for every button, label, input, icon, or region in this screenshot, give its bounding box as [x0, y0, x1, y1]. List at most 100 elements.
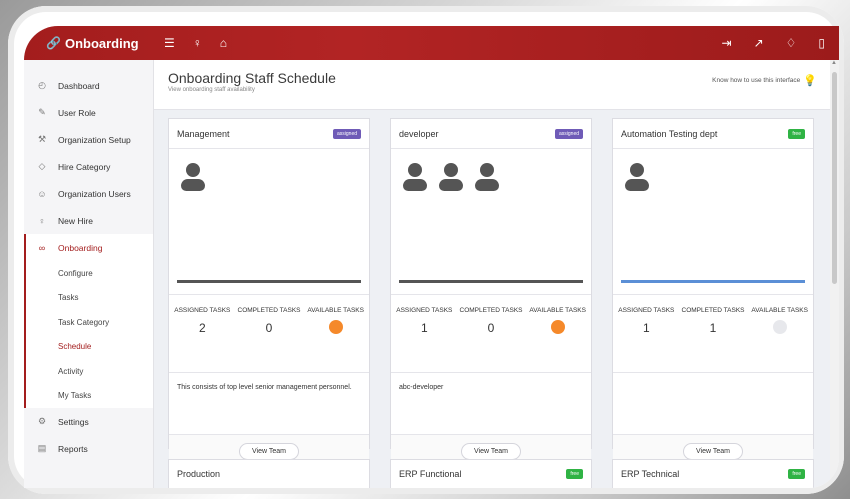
stat-value: 0: [487, 321, 495, 335]
dashboard-icon: ◴: [38, 80, 46, 90]
sidebar-item-label: Hire Category: [58, 161, 111, 172]
sidebar-item-user-role[interactable]: ✎ User Role: [24, 99, 153, 126]
edit-icon: ✎: [38, 107, 46, 117]
help-link[interactable]: Know how to use this interface 💡: [712, 74, 817, 87]
team-card-production: Production: [168, 459, 370, 488]
sidebar-item-label: Organization Users: [58, 188, 131, 199]
stat-label: COMPLETED TASKS: [459, 307, 523, 314]
stat-label: ASSIGNED TASKS: [618, 307, 675, 314]
team-card-automation-testing: Automation Testing dept free ASSIGNED TA…: [612, 118, 814, 467]
availability-dot: [772, 320, 787, 334]
view-team-button[interactable]: View Team: [461, 442, 521, 460]
progress-area: [613, 252, 813, 294]
user-icon[interactable]: ♀: [193, 36, 202, 50]
mobile-icon[interactable]: ▯: [818, 36, 825, 50]
users-icon: ☺: [37, 188, 47, 199]
sidebar: ◴ Dashboard ✎ User Role ⚒ Organization S…: [24, 60, 154, 488]
person-icon: [401, 163, 429, 193]
sidebar-item-label: Dashboard: [58, 80, 100, 91]
card-title: ERP Functional: [399, 469, 462, 479]
person-icon: [473, 163, 501, 193]
menu-icon[interactable]: ☰: [164, 36, 175, 50]
sidebar-item-organization-users[interactable]: ☺ Organization Users: [24, 180, 153, 207]
stat-label: AVAILABLE TASKS: [751, 307, 808, 314]
tag-icon: ◇: [38, 161, 46, 171]
person-icon: [179, 163, 207, 193]
progress-bar: [621, 280, 805, 283]
status-badge: assigned: [554, 128, 583, 139]
available-stat: AVAILABLE TASKS: [302, 305, 369, 372]
status-badge: free: [566, 469, 583, 479]
stat-value: 1: [642, 321, 650, 335]
sidebar-item-dashboard[interactable]: ◴ Dashboard: [24, 72, 153, 99]
submenu-item-task-category[interactable]: Task Category: [26, 310, 153, 335]
lightbulb-icon: 💡: [803, 75, 817, 87]
sidebar-item-settings[interactable]: ⚙ Settings: [24, 408, 153, 435]
card-description: abc-developer: [391, 372, 591, 434]
assigned-stat: ASSIGNED TASKS 2: [169, 305, 236, 372]
sidebar-item-label: User Role: [58, 107, 96, 118]
card-header: Management assigned: [169, 119, 369, 149]
view-team-button[interactable]: View Team: [239, 442, 299, 460]
stat-value: 1: [420, 321, 428, 335]
card-title: developer: [399, 128, 439, 139]
card-description: This consists of top level senior manage…: [169, 372, 369, 434]
task-stats: ASSIGNED TASKS 1 COMPLETED TASKS 1 AVAIL…: [613, 294, 813, 372]
scroll-thumb[interactable]: [832, 72, 837, 284]
progress-area: [169, 252, 369, 294]
page-header: Onboarding Staff Schedule View onboardin…: [154, 60, 839, 110]
card-header: developer assigned: [391, 119, 591, 149]
onboarding-logo-icon: 🔗: [46, 36, 61, 50]
sidebar-item-new-hire[interactable]: ♀ New Hire: [24, 207, 153, 234]
expand-icon[interactable]: ↗: [754, 36, 764, 50]
team-members: [169, 149, 369, 252]
sidebar-item-hire-category[interactable]: ◇ Hire Category: [24, 153, 153, 180]
logout-icon[interactable]: ⇥: [722, 36, 732, 50]
completed-stat: COMPLETED TASKS 0: [236, 305, 303, 372]
app-window: 🔗 Onboarding ☰ ♀ ⌂ ⇥ ↗ ♢ ▯ ◴ Dashboard ✎…: [24, 26, 839, 488]
person-icon: [623, 163, 651, 193]
task-stats: ASSIGNED TASKS 1 COMPLETED TASKS 0 AVAIL…: [391, 294, 591, 372]
stat-label: AVAILABLE TASKS: [307, 307, 364, 314]
lock-icon[interactable]: ⌂: [220, 36, 227, 50]
main-content: Onboarding Staff Schedule View onboardin…: [154, 60, 839, 488]
submenu-item-my-tasks[interactable]: My Tasks: [26, 384, 153, 409]
sidebar-item-organization-setup[interactable]: ⚒ Organization Setup: [24, 126, 153, 153]
team-card-management: Management assigned ASSIGNED TASKS 2 COM…: [168, 118, 370, 467]
team-card-developer: developer assigned ASSIGNED TASKS 1 COMP…: [390, 118, 592, 467]
card-title: Production: [177, 469, 221, 479]
submenu-item-schedule[interactable]: Schedule: [26, 335, 153, 360]
sidebar-item-onboarding[interactable]: ∞ Onboarding: [26, 234, 153, 261]
progress-area: [391, 252, 591, 294]
sidebar-item-reports[interactable]: ▤ Reports: [24, 435, 153, 462]
brand[interactable]: 🔗 Onboarding: [24, 26, 154, 60]
submenu-item-tasks[interactable]: Tasks: [26, 286, 153, 311]
stat-label: ASSIGNED TASKS: [174, 307, 231, 314]
report-icon: ▤: [37, 443, 47, 453]
stat-label: COMPLETED TASKS: [237, 307, 301, 314]
sidebar-item-label: Onboarding: [58, 242, 103, 253]
view-team-button[interactable]: View Team: [683, 442, 743, 460]
task-stats: ASSIGNED TASKS 2 COMPLETED TASKS 0 AVAIL…: [169, 294, 369, 372]
stat-label: COMPLETED TASKS: [681, 307, 745, 314]
stat-value: 0: [265, 321, 273, 335]
available-stat: AVAILABLE TASKS: [524, 305, 591, 372]
page-scrollbar[interactable]: ▲: [830, 60, 839, 488]
sidebar-item-label: Organization Setup: [58, 134, 131, 145]
onboarding-submenu: ∞ Onboarding Configure Tasks Task Catego…: [24, 234, 153, 408]
sidebar-item-label: Settings: [58, 416, 89, 427]
card-header: Automation Testing dept free: [613, 119, 813, 149]
completed-stat: COMPLETED TASKS 0: [458, 305, 525, 372]
bell-icon[interactable]: ♢: [786, 36, 797, 50]
sidebar-item-label: Reports: [58, 443, 88, 454]
availability-dot: [328, 320, 343, 334]
team-members: [613, 149, 813, 252]
submenu-item-configure[interactable]: Configure: [26, 261, 153, 286]
assigned-stat: ASSIGNED TASKS 1: [391, 305, 458, 372]
wrench-icon: ⚒: [37, 134, 47, 144]
assigned-stat: ASSIGNED TASKS 1: [613, 305, 680, 372]
scroll-up-icon[interactable]: ▲: [831, 60, 837, 66]
page-subtitle: View onboarding staff availability: [168, 87, 255, 93]
submenu-item-activity[interactable]: Activity: [26, 359, 153, 384]
person-icon: [437, 163, 465, 193]
